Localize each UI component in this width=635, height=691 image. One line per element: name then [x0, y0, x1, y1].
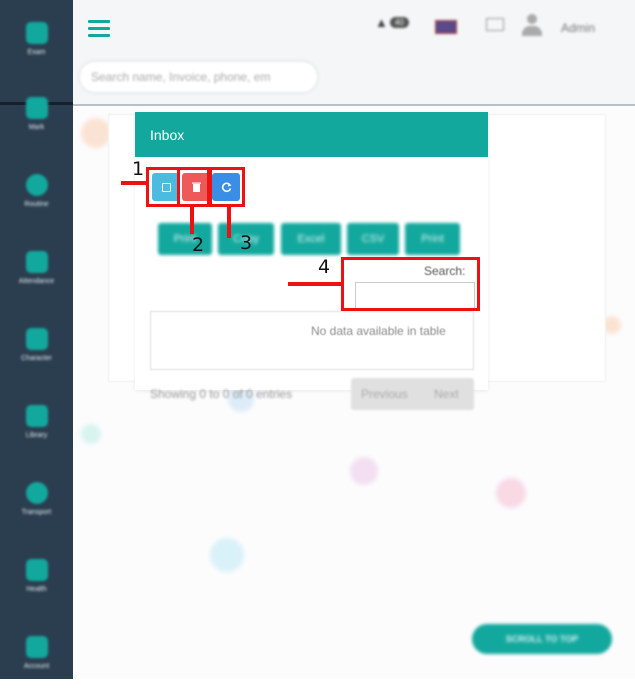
sidebar-item-attendance[interactable]: Attendance	[0, 229, 73, 306]
sidebar-item-routine[interactable]: Routine	[0, 152, 73, 229]
decor-bubble	[496, 478, 526, 508]
decor-bubble	[350, 457, 378, 485]
panel-title: Inbox	[150, 127, 185, 143]
sidebar-item-account[interactable]: Account	[0, 614, 73, 691]
decor-bubble	[210, 538, 244, 572]
flask-icon	[25, 96, 48, 119]
edit-icon	[25, 327, 48, 350]
sidebar-item-label: Library	[25, 431, 48, 439]
annotation-line-1	[121, 181, 147, 185]
panel-header: Inbox	[135, 112, 488, 157]
money-icon	[25, 635, 48, 658]
export-print-button-2[interactable]: Print	[405, 223, 460, 255]
sidebar-item-label: Health	[26, 585, 47, 593]
sidebar-item-label: Character	[21, 354, 52, 362]
annotation-line-3	[227, 206, 231, 238]
sidebar-item-label: Exam	[27, 48, 46, 56]
next-page-button[interactable]: Next	[434, 387, 459, 401]
annotation-number-2: 2	[192, 234, 205, 256]
annotation-line-4	[288, 282, 343, 286]
notification-count-badge: 40	[389, 17, 409, 29]
mail-icon[interactable]	[486, 18, 504, 31]
bell-icon: ▲	[375, 15, 388, 30]
table-info: Showing 0 to 0 of 0 entries	[150, 387, 293, 401]
decor-bubble	[81, 118, 111, 148]
clock-icon	[25, 173, 48, 196]
user-avatar-icon[interactable]	[522, 14, 542, 38]
sidebar-item-health[interactable]: Health	[0, 537, 73, 614]
sidebar-item-mark[interactable]: Mark	[0, 75, 73, 152]
empty-table-message: No data available in table	[311, 324, 446, 338]
sidebar-item-library[interactable]: Library	[0, 383, 73, 460]
sidebar-item-transport[interactable]: Transport	[0, 460, 73, 537]
language-flag-icon[interactable]	[435, 20, 457, 34]
scroll-to-top-button[interactable]: SCROLL TO TOP	[472, 624, 612, 654]
export-excel-button[interactable]: Excel	[281, 223, 341, 255]
hamburger-menu-icon[interactable]	[88, 20, 110, 38]
annotation-number-3: 3	[240, 232, 253, 254]
notification-bell[interactable]: ▲ 40	[375, 14, 409, 32]
sidebar-item-label: Attendance	[18, 277, 55, 285]
hourglass-icon	[25, 21, 48, 44]
annotation-number-4: 4	[318, 256, 331, 278]
sidebar-item-character[interactable]: Character	[0, 306, 73, 383]
pill-icon	[25, 558, 48, 581]
sidebar-item-label: Routine	[24, 200, 49, 208]
pagination: Previous Next	[351, 378, 474, 410]
previous-page-button[interactable]: Previous	[361, 387, 408, 401]
top-bar: ▲40 Admin	[73, 0, 635, 106]
sidebar-item-label: Transport	[21, 508, 52, 516]
clipboard-icon	[25, 250, 48, 273]
annotation-box-refresh	[207, 167, 245, 207]
book-icon	[25, 404, 48, 427]
sidebar-item-label: Account	[23, 662, 50, 670]
global-search[interactable]	[80, 62, 317, 92]
decor-bubble	[81, 424, 101, 444]
global-search-input[interactable]	[80, 62, 317, 92]
inbox-table: No data available in table	[150, 311, 474, 370]
annotation-line-2	[190, 206, 194, 234]
export-csv-button[interactable]: CSV	[347, 223, 399, 255]
sidebar: Exam Mark Routine Attendance Character L…	[0, 0, 73, 679]
user-name[interactable]: Admin	[561, 21, 595, 35]
annotation-box-search	[341, 257, 480, 311]
sidebar-item-exam[interactable]: Exam	[0, 0, 73, 77]
bus-icon	[25, 481, 48, 504]
annotation-number-1: 1	[132, 158, 145, 180]
sidebar-item-label: Mark	[28, 123, 45, 131]
